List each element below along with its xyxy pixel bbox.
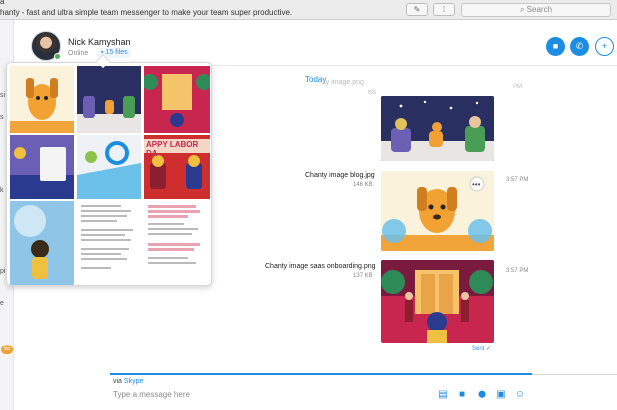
dog-illustration: •••: [381, 171, 494, 251]
message-image-dog[interactable]: •••: [381, 171, 494, 251]
compose-icon: ✎: [413, 5, 421, 14]
via-service-label: via Skype: [113, 378, 143, 385]
files-popover: APPY LABOR DA: [6, 62, 212, 286]
contact-name[interactable]: Nick Kamyshan: [68, 37, 131, 47]
add-person-icon: +: [601, 41, 608, 51]
video-call-button[interactable]: ■: [546, 37, 565, 56]
sidebar-item-fragment[interactable]: k: [0, 187, 4, 194]
message-file-size: KB: [368, 90, 377, 96]
window-subtitle: hanty - fast and ultra simple team messe…: [0, 8, 293, 17]
online-status-dot: [54, 53, 61, 60]
message-input[interactable]: Type a message here: [113, 390, 190, 399]
phone-thumbnail: [77, 135, 141, 199]
message-image-onboarding[interactable]: [381, 260, 494, 343]
document-thumbnail: [81, 205, 133, 269]
labor-day-text: APPY LABOR DA: [146, 140, 199, 158]
message-file-name[interactable]: ...ty image.png: [318, 79, 364, 86]
thumb-labor-day[interactable]: APPY LABOR DA: [144, 135, 210, 199]
message-file-size: 146 KB: [353, 182, 373, 188]
app-window: a hanty - fast and ultra simple team mes…: [0, 0, 617, 410]
message-file-name[interactable]: Chanty image blog.jpg: [305, 172, 375, 179]
file-icon: ▤: [438, 389, 448, 400]
thumb-girl-clock[interactable]: [10, 201, 74, 285]
contact-status: Online: [68, 50, 89, 57]
send-contact-button[interactable]: ▣: [495, 389, 507, 401]
thumb-night-scene[interactable]: [77, 66, 141, 133]
window-title: a: [0, 0, 5, 6]
bird-thumbnail: [10, 135, 74, 199]
send-location-button[interactable]: ⬤: [476, 389, 488, 401]
sidebar-item-fragment[interactable]: si: [0, 92, 5, 99]
emoji-icon: ☺: [514, 389, 526, 400]
search-placeholder: Search: [526, 5, 553, 14]
thumb-hotel-doormen[interactable]: [144, 66, 210, 133]
dog-thumbnail: [10, 66, 74, 133]
send-video-button[interactable]: ■: [456, 389, 468, 401]
emoji-button[interactable]: ☺: [514, 389, 526, 401]
message-sent-status: Sent ✓: [472, 346, 492, 352]
thumb-phone-scene[interactable]: [77, 135, 141, 199]
message-image-night-scene[interactable]: [381, 96, 494, 161]
video-icon: ■: [458, 389, 466, 400]
attach-file-button[interactable]: ▤: [437, 389, 449, 401]
message-file-size: 137 KB: [353, 273, 373, 279]
girl-clock-thumbnail: [10, 201, 74, 285]
dialpad-icon: ⁞: [442, 5, 446, 14]
compose-button[interactable]: ✎: [406, 3, 428, 16]
video-icon: ■: [552, 41, 559, 51]
contact-card-icon: ▣: [496, 389, 506, 400]
hotel-onboarding-illustration: [381, 260, 494, 343]
sidebar-item-fragment[interactable]: pi: [0, 268, 5, 275]
thumb-doc-pink[interactable]: [144, 201, 210, 285]
files-count-label: 15 files: [105, 49, 128, 56]
search-input[interactable]: ⌕ Search: [461, 3, 611, 17]
via-service-link[interactable]: Skype: [124, 378, 143, 385]
location-icon: ⬤: [478, 391, 486, 398]
composer-focus-line: [110, 373, 532, 375]
unread-badge: 58: [1, 345, 13, 354]
message-time: 3:57 PM: [506, 177, 529, 183]
thumb-dog-orange[interactable]: [10, 66, 74, 133]
sidebar-item-fragment[interactable]: s: [0, 114, 4, 121]
thumb-bird-tablet[interactable]: [10, 135, 74, 199]
highlighted-document-thumbnail: [148, 205, 200, 264]
hotel-thumbnail: [144, 66, 210, 133]
dialpad-button[interactable]: ⁞: [433, 3, 455, 16]
night-scene-illustration: [381, 96, 494, 161]
message-time: PM: [513, 84, 522, 90]
audio-call-button[interactable]: ✆: [570, 37, 589, 56]
sidebar-item-fragment[interactable]: e: [0, 300, 4, 307]
message-file-name[interactable]: Chanty image saas onboarding.png: [265, 263, 376, 270]
add-people-button[interactable]: +: [595, 37, 614, 56]
thumb-doc-text[interactable]: [77, 201, 141, 285]
via-prefix: via: [113, 378, 122, 385]
title-bar: a hanty - fast and ultra simple team mes…: [0, 0, 617, 20]
svg-text:•••: •••: [472, 180, 481, 189]
message-time: 3:57 PM: [506, 268, 529, 274]
night-thumbnail: [77, 66, 141, 133]
phone-icon: ✆: [575, 41, 584, 51]
search-icon: ⌕: [519, 5, 525, 14]
